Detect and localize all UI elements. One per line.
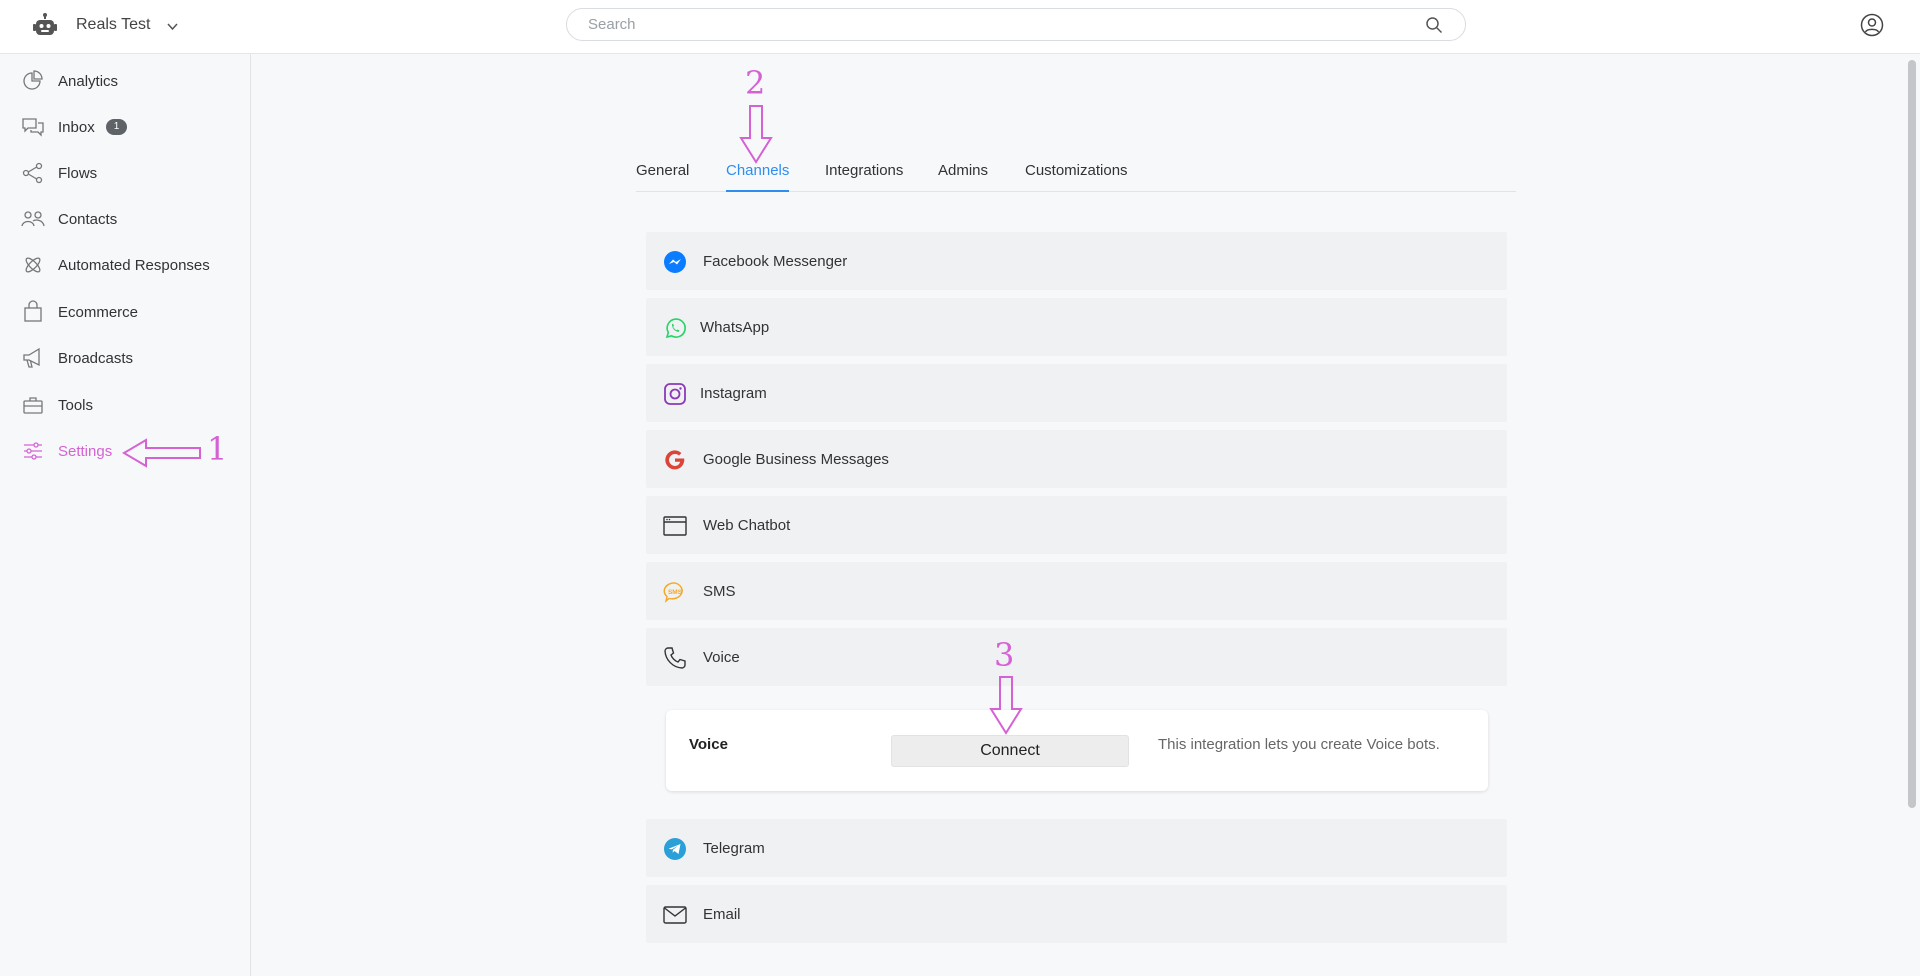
sidebar-item-tools[interactable]: Tools xyxy=(0,385,250,425)
browser-window-icon xyxy=(663,516,687,536)
inbox-count-badge: 1 xyxy=(106,119,127,135)
channel-label: Instagram xyxy=(700,385,767,402)
megaphone-icon xyxy=(23,347,40,368)
flow-nodes-icon xyxy=(22,162,43,184)
sidebar: Analytics Inbox 1 Flows Contacts Automat… xyxy=(0,54,251,976)
tab-general[interactable]: General xyxy=(636,162,689,192)
user-account-icon[interactable] xyxy=(1860,13,1884,37)
channel-email[interactable]: Email xyxy=(646,885,1507,943)
annotation-step-2: 2 xyxy=(745,64,766,102)
annotation-step-3: 3 xyxy=(994,636,1015,674)
toolbox-icon xyxy=(23,397,43,414)
sliders-icon xyxy=(24,442,42,460)
channel-whatsapp[interactable]: WhatsApp xyxy=(646,298,1507,356)
channel-web-chatbot[interactable]: Web Chatbot xyxy=(646,496,1507,554)
chat-bubbles-icon xyxy=(22,118,44,137)
channel-instagram[interactable]: Instagram xyxy=(646,364,1507,422)
channel-label: Telegram xyxy=(703,840,765,857)
sidebar-item-label: Flows xyxy=(58,164,98,182)
telegram-icon xyxy=(664,838,686,860)
channel-voice[interactable]: Voice xyxy=(646,628,1507,686)
channel-label: SMS xyxy=(703,583,736,600)
sidebar-item-contacts[interactable]: Contacts xyxy=(0,199,250,239)
settings-tabs: General Channels Integrations Admins Cus… xyxy=(636,150,1516,192)
chevron-down-icon[interactable] xyxy=(166,20,179,33)
messenger-icon xyxy=(664,251,686,273)
voice-integration-panel: Voice Connect This integration lets you … xyxy=(666,710,1488,791)
sidebar-item-automated-responses[interactable]: Automated Responses xyxy=(0,245,250,285)
tab-channels[interactable]: Channels xyxy=(726,162,790,192)
robot-icon[interactable] xyxy=(32,13,58,39)
annotation-arrow-down xyxy=(989,676,1023,735)
sms-bubble-icon: SMS xyxy=(663,582,683,603)
channel-label: Web Chatbot xyxy=(703,517,791,534)
sidebar-item-inbox[interactable]: Inbox 1 xyxy=(0,107,250,147)
voice-panel-description: This integration lets you create Voice b… xyxy=(1158,736,1440,753)
voice-panel-title: Voice xyxy=(689,736,728,753)
sidebar-item-flows[interactable]: Flows xyxy=(0,153,250,193)
workspace-name[interactable]: Reals Test xyxy=(76,16,150,34)
channel-label: Google Business Messages xyxy=(703,451,889,468)
whatsapp-icon xyxy=(665,318,686,339)
tab-integrations[interactable]: Integrations xyxy=(825,162,903,192)
channel-facebook-messenger[interactable]: Facebook Messenger xyxy=(646,232,1507,290)
sidebar-item-analytics[interactable]: Analytics xyxy=(0,61,250,101)
annotation-step-1: 1 xyxy=(207,430,228,468)
sidebar-item-label: Settings xyxy=(58,442,113,460)
sidebar-item-label: Inbox xyxy=(58,118,95,136)
annotation-arrow-left xyxy=(122,438,201,468)
sidebar-item-label: Ecommerce xyxy=(58,303,139,321)
google-icon xyxy=(665,450,685,470)
envelope-icon xyxy=(663,906,687,924)
channel-label: WhatsApp xyxy=(700,319,770,336)
people-icon xyxy=(21,211,45,227)
channel-label: Voice xyxy=(703,649,740,666)
channel-label: Email xyxy=(703,906,741,923)
sidebar-item-label: Contacts xyxy=(58,210,118,228)
instagram-icon xyxy=(664,383,686,405)
tab-customizations[interactable]: Customizations xyxy=(1025,162,1128,192)
channel-sms[interactable]: SMS SMS xyxy=(646,562,1507,620)
channel-label: Facebook Messenger xyxy=(703,253,848,270)
sidebar-item-label: Automated Responses xyxy=(58,256,210,274)
atom-icon xyxy=(25,257,41,273)
search-input[interactable] xyxy=(566,8,1466,41)
search-icon[interactable] xyxy=(1425,16,1443,34)
sidebar-item-ecommerce[interactable]: Ecommerce xyxy=(0,292,250,332)
pie-chart-icon xyxy=(23,70,43,90)
phone-icon xyxy=(664,647,686,669)
svg-text:SMS: SMS xyxy=(668,589,683,596)
channel-google-business-messages[interactable]: Google Business Messages xyxy=(646,430,1507,488)
shopping-bag-icon xyxy=(24,300,42,322)
sidebar-item-label: Analytics xyxy=(58,72,119,90)
top-bar: Reals Test xyxy=(0,0,1920,54)
scrollbar-thumb[interactable] xyxy=(1908,60,1916,808)
sidebar-item-label: Tools xyxy=(58,396,94,414)
tab-admins[interactable]: Admins xyxy=(938,162,988,192)
sidebar-item-label: Broadcasts xyxy=(58,349,134,367)
sidebar-item-broadcasts[interactable]: Broadcasts xyxy=(0,338,250,378)
channel-telegram[interactable]: Telegram xyxy=(646,819,1507,877)
connect-button[interactable]: Connect xyxy=(891,735,1129,767)
